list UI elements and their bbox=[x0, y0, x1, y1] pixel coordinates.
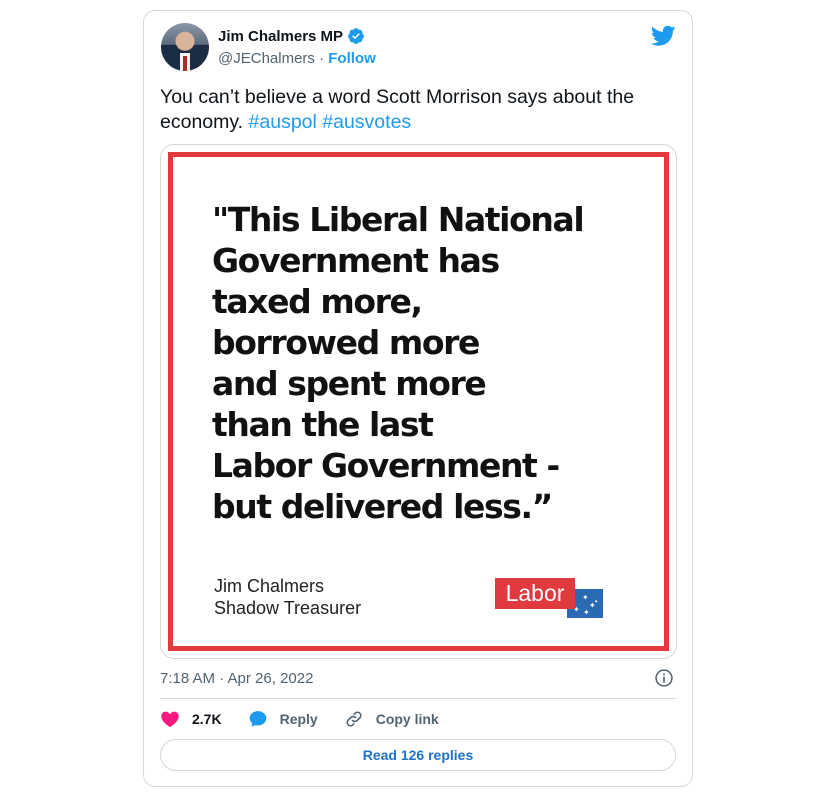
handle-separator: · bbox=[319, 50, 325, 67]
author-name[interactable]: Jim Chalmers MP bbox=[218, 28, 343, 45]
quote-line: taxed more, bbox=[212, 282, 423, 321]
quote-line: Labor Government - bbox=[212, 446, 560, 485]
tweet-media-image[interactable]: "This Liberal National Government has ta… bbox=[160, 144, 677, 659]
quote-attribution: Jim Chalmers Shadow Treasurer bbox=[214, 575, 361, 619]
quote-line: and spent more bbox=[212, 364, 487, 403]
tweet-card: Jim Chalmers MP @JEChalmers · Follow You… bbox=[143, 10, 693, 787]
verified-badge-icon bbox=[348, 28, 364, 44]
like-button[interactable]: 2.7K bbox=[160, 709, 222, 729]
copy-link-label: Copy link bbox=[375, 711, 439, 727]
tweet-actions: 2.7K Reply Copy link bbox=[160, 708, 465, 730]
avatar[interactable] bbox=[161, 23, 209, 71]
info-icon[interactable] bbox=[654, 668, 674, 688]
divider bbox=[160, 698, 676, 699]
attribution-title: Shadow Treasurer bbox=[214, 598, 362, 618]
labor-logo: ✦ ✦ ✦ ✦ ✦ Labor bbox=[495, 578, 603, 618]
quote-frame: "This Liberal National Government has ta… bbox=[168, 152, 669, 651]
hashtag-auspol[interactable]: #auspol bbox=[249, 111, 317, 133]
hashtag-ausvotes[interactable]: #ausvotes bbox=[322, 111, 411, 133]
heart-icon bbox=[161, 711, 179, 727]
avatar-tie bbox=[183, 56, 187, 71]
quote-line: borrowed more bbox=[212, 323, 480, 362]
quote-line: but delivered less.” bbox=[212, 487, 553, 526]
labor-wordmark: Labor bbox=[495, 578, 575, 609]
author-handle-row: @JEChalmers · Follow bbox=[218, 50, 376, 67]
reply-button[interactable]: Reply bbox=[248, 709, 318, 729]
copy-link-button[interactable]: Copy link bbox=[344, 709, 439, 729]
tweet-text: You can’t believe a word Scott Morrison … bbox=[160, 85, 670, 135]
tweet-timestamp[interactable]: 7:18 AM · Apr 26, 2022 bbox=[160, 670, 313, 687]
quote-line: Government has bbox=[212, 241, 500, 280]
author-name-row: Jim Chalmers MP bbox=[218, 27, 365, 45]
reply-label: Reply bbox=[279, 711, 318, 727]
quote-text: "This Liberal National Government has ta… bbox=[212, 199, 632, 527]
reply-bubble-icon bbox=[249, 711, 266, 727]
read-replies-button[interactable]: Read 126 replies bbox=[160, 739, 676, 771]
quote-line: than the last bbox=[212, 405, 434, 444]
twitter-bird-icon[interactable] bbox=[651, 25, 676, 47]
quote-line: "This Liberal National bbox=[212, 200, 585, 239]
author-handle[interactable]: @JEChalmers bbox=[218, 50, 315, 67]
attribution-name: Jim Chalmers bbox=[214, 576, 325, 596]
follow-button[interactable]: Follow bbox=[328, 50, 376, 67]
like-count: 2.7K bbox=[192, 711, 222, 727]
link-icon bbox=[346, 711, 362, 727]
